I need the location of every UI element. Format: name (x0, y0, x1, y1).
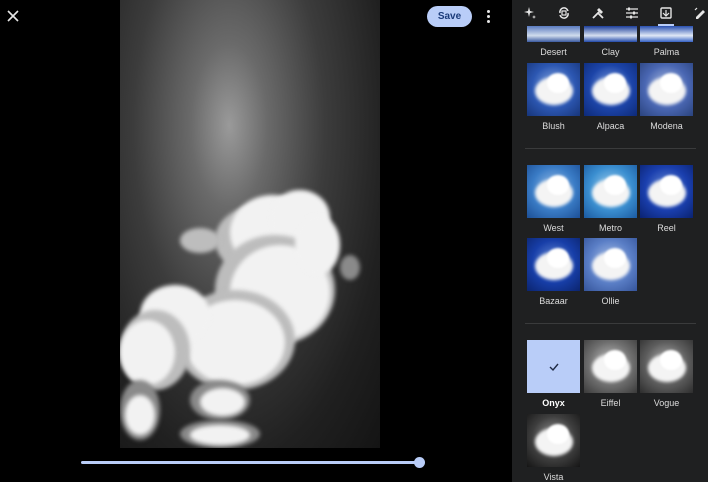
more-vertical-icon (486, 9, 490, 13)
filter-clay[interactable]: Clay (584, 26, 637, 58)
filter-vogue[interactable]: Vogue (640, 340, 693, 409)
crop-rotate-icon[interactable] (555, 4, 573, 22)
filter-thumbnail (527, 63, 580, 116)
filter-label: Alpaca (596, 121, 625, 131)
filter-label: Vogue (653, 398, 680, 408)
filters-icon[interactable] (657, 4, 675, 26)
filter-thumbnail (640, 63, 693, 116)
filter-blush[interactable]: Blush (527, 63, 580, 132)
filter-alpaca[interactable]: Alpaca (584, 63, 637, 132)
filter-thumbnail (527, 165, 580, 218)
filter-label: Desert (540, 47, 567, 57)
filter-thumbnail (527, 26, 580, 42)
filter-desert[interactable]: Desert (527, 26, 580, 58)
auto-enhance-icon[interactable] (521, 4, 539, 22)
more-options-button[interactable] (480, 6, 496, 26)
filter-label: Metro (598, 223, 622, 233)
filter-label: Modena (650, 121, 683, 131)
filter-thumbnail (640, 26, 693, 42)
filter-palma[interactable]: Palma (640, 26, 693, 58)
slider-track (81, 461, 421, 464)
filter-thumbnail (527, 340, 580, 393)
filter-label: Palma (653, 47, 680, 57)
tools-icon[interactable] (589, 4, 607, 22)
photo-preview (120, 0, 380, 448)
filter-onyx[interactable]: Onyx (527, 340, 580, 409)
filter-ollie[interactable]: Ollie (584, 238, 637, 307)
filter-label: Bazaar (539, 296, 568, 306)
editor-canvas: Save (0, 0, 512, 482)
filter-reel[interactable]: Reel (640, 165, 693, 234)
filter-label: Reel (657, 223, 676, 233)
filter-label: Ollie (601, 296, 620, 306)
filter-thumbnail (584, 340, 637, 393)
markup-icon[interactable] (691, 4, 708, 22)
filter-west[interactable]: West (527, 165, 580, 234)
filter-thumbnail (584, 63, 637, 116)
filter-label: Vista (543, 472, 564, 482)
slider-handle[interactable] (414, 457, 425, 468)
filter-thumbnail (584, 238, 637, 291)
divider (525, 148, 696, 149)
filter-thumbnail (527, 414, 580, 467)
filter-thumbnail (640, 340, 693, 393)
filters-panel: Desert Clay Palma Blush Alpaca Modena We… (512, 0, 708, 482)
save-button[interactable]: Save (427, 6, 472, 27)
filter-thumbnail (584, 165, 637, 218)
filter-label: Eiffel (600, 398, 621, 408)
filter-label: Blush (542, 121, 565, 131)
filter-label: West (543, 223, 564, 233)
filter-eiffel[interactable]: Eiffel (584, 340, 637, 409)
filter-thumbnail (584, 26, 637, 42)
divider (525, 323, 696, 324)
edit-toolbar (512, 0, 708, 26)
intensity-slider[interactable] (81, 457, 425, 468)
filter-thumbnail (527, 238, 580, 291)
selected-check-icon (527, 340, 580, 393)
filter-modena[interactable]: Modena (640, 63, 693, 132)
filter-thumbnail (640, 165, 693, 218)
filter-vista[interactable]: Vista (527, 414, 580, 482)
filter-metro[interactable]: Metro (584, 165, 637, 234)
adjust-icon[interactable] (623, 4, 641, 22)
filter-label: Clay (601, 47, 620, 57)
close-button[interactable] (4, 7, 22, 25)
filter-label: Onyx (542, 398, 565, 408)
close-icon (7, 10, 19, 22)
filter-bazaar[interactable]: Bazaar (527, 238, 580, 307)
